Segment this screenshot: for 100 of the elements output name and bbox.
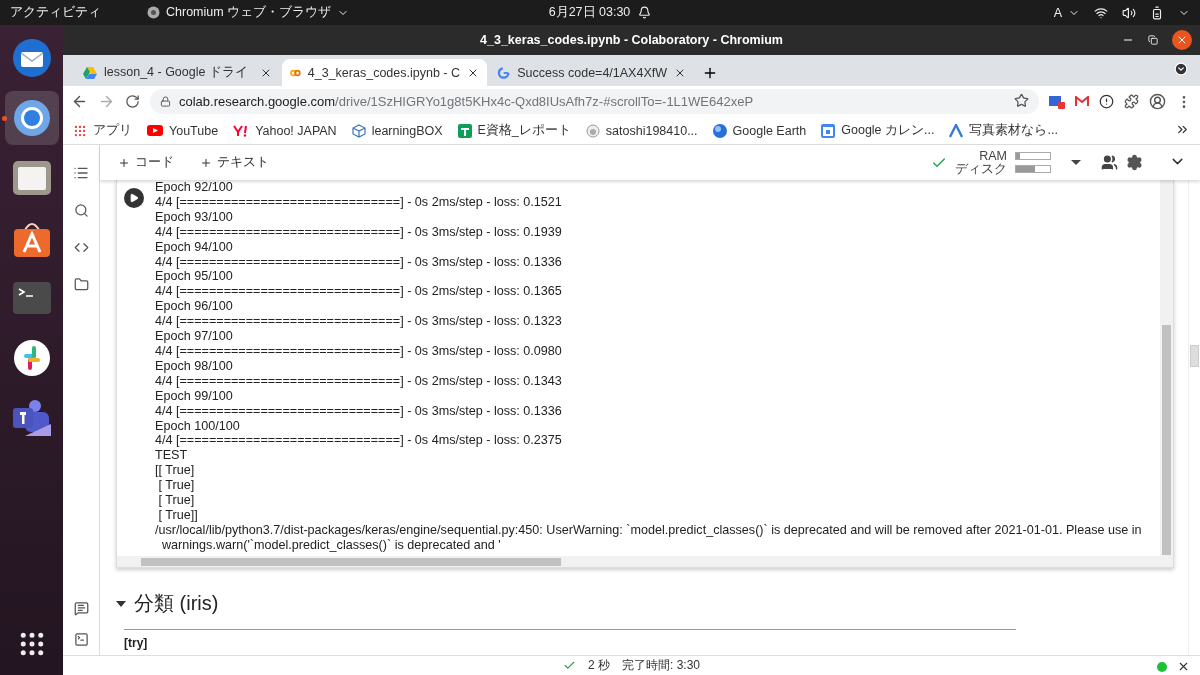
execution-time: 2 秒 [587,657,610,674]
output-line: Epoch 96/100 [155,299,234,315]
run-button[interactable] [124,188,144,208]
bookmark[interactable]: learningBOX [351,123,443,138]
alert-icon[interactable] [1099,94,1114,109]
bookmark[interactable]: 写真素材なら... [949,122,1058,139]
play-icon [147,125,163,136]
window-title: 4_3_keras_codes.ipynb - Colaboratory - Chromium [480,33,783,47]
section-heading: 分類 (iris) [134,591,219,616]
bell-icon[interactable] [638,6,652,19]
check-icon [562,659,576,672]
terminal-icon[interactable] [74,632,89,647]
cat-icon [585,123,600,138]
share-people-icon[interactable] [1101,154,1118,171]
output-line: [ True]] [157,507,199,523]
lock-icon [160,96,171,107]
output-line: 4/4 [==============================] - 0s 3ms/step - loss: 0.1323 [155,314,563,330]
bookmark[interactable]: Yahoo! JAPAN [233,123,337,138]
output-line: Epoch 99/100 [155,388,234,404]
volume-icon[interactable] [1122,5,1136,20]
table-of-contents-icon[interactable] [73,165,89,181]
output-line: Epoch 100/100 [155,418,241,434]
reload-icon[interactable] [125,94,140,109]
cell-text: [try] [124,636,149,650]
bookmark[interactable]: YouTube [147,123,219,138]
calendar-icon [821,123,836,138]
spreadsheet-icon [457,123,472,138]
add-text-button[interactable]: テキスト [196,152,273,173]
close-icon [1176,34,1188,46]
tab-search-icon[interactable] [1174,62,1188,76]
page-scrollbar[interactable] [1188,180,1200,655]
disk-label: ディスク [955,162,1007,176]
wifi-icon[interactable] [1094,5,1108,20]
close-icon[interactable] [1177,660,1190,673]
mail-app-icon[interactable] [10,37,53,79]
browser-icon[interactable] [11,98,52,138]
profile-icon[interactable] [1149,93,1166,110]
drive-icon [83,66,97,79]
output-line: 4/4 [==============================] - 0s 4ms/step - loss: 0.2375 [155,433,563,449]
star-icon[interactable] [1014,92,1029,108]
extensions-icon[interactable] [1124,94,1139,109]
search-icon[interactable] [73,203,89,218]
address-bar[interactable]: colab.research.google.com/drive/1SzHIGRYo1g8t5KHx4c-Qxd8IUsAfh7z-#scrollTo=-1L1WE642xeP [150,89,1039,114]
team-app-icon[interactable] [10,398,53,438]
cube-icon [351,123,366,138]
colab-icon [290,67,301,78]
bookmark[interactable]: Google Earth [712,123,807,138]
output-line: Epoch 97/100 [155,329,234,344]
output-line: [ True] [157,478,196,494]
back-icon[interactable] [71,93,88,110]
google-icon [497,65,511,80]
app-icon [147,6,160,19]
app-menu[interactable]: Chromium ウェブ・ブラウザ [147,4,350,21]
bookmark[interactable]: Google カレン... [821,122,935,139]
clock[interactable]: 6月27日 03:30 [548,4,631,21]
running-dot [1,116,7,121]
mail-extension-icon[interactable] [1075,96,1089,107]
chat-app-icon[interactable] [12,339,51,377]
browser-tab[interactable]: lesson_4 - Google ドライ [75,59,280,86]
restore-icon[interactable] [1148,35,1158,45]
bookmark[interactable]: satoshi198410... [585,123,698,138]
dock-item[interactable] [4,91,59,145]
ram-label: RAM [979,149,1007,163]
browser-tab[interactable]: 4_3_keras_codes.ipynb - C [282,59,487,86]
activities-button[interactable]: アクティビティ [10,4,101,21]
output-line: 4/4 [==============================] - 0s 3ms/step - loss: 0.0980 [155,343,563,359]
vertical-scrollbar[interactable] [1160,180,1173,567]
connection-dot [1157,661,1167,672]
text-snippet-icon[interactable] [74,601,89,616]
extension-icon[interactable] [1049,94,1065,109]
terminal-icon[interactable] [11,281,52,315]
dropdown-caret-icon[interactable] [1071,159,1081,166]
yahoo-mark-icon [233,124,250,137]
input-method-menu[interactable]: A [1053,5,1080,20]
code-icon[interactable] [73,240,89,255]
output-line: 4/4 [==============================] - 0s 3ms/step - loss: 0.1336 [155,403,563,419]
horizontal-scrollbar[interactable] [117,556,1160,567]
output-line: 4/4 [==============================] - 0s 2ms/step - loss: 0.1521 [155,194,563,210]
folder-icon[interactable] [73,277,89,292]
close-button[interactable] [1172,30,1192,50]
bookmark[interactable]: アプリ [73,122,132,139]
output-line: [[ True] [155,463,196,479]
url-text: colab.research.google.com/drive/1SzHIGRYo1g8t5KHx4c-Qxd8IUsAfh7z-#scrollTo=-1L1WE642xeP [179,94,754,109]
output-line: Epoch 92/100 [155,180,234,195]
battery-icon[interactable] [1150,5,1164,20]
output-line: TEST [155,448,189,464]
folder-icon[interactable] [11,160,52,196]
plus-icon [200,156,212,169]
section-caret-icon[interactable] [116,600,126,607]
globe-icon [712,123,727,138]
output-line: warnings.warn('`model.predict_classes()` is deprecated and ' [161,537,502,553]
bookmark[interactable]: E資格_レポート [457,122,571,139]
output-line: [ True] [157,493,196,508]
output-line: Epoch 93/100 [155,209,234,225]
add-code-button[interactable]: コード [114,152,178,173]
output-line: 4/4 [==============================] - 0s 3ms/step - loss: 0.1939 [155,224,563,240]
plus-icon [118,156,130,169]
settings-icon[interactable] [1126,154,1143,171]
browser-tab[interactable]: Success code=4/1AX4XfW [489,59,694,86]
output-line: 4/4 [==============================] - 0s 2ms/step - loss: 0.1343 [155,373,563,389]
